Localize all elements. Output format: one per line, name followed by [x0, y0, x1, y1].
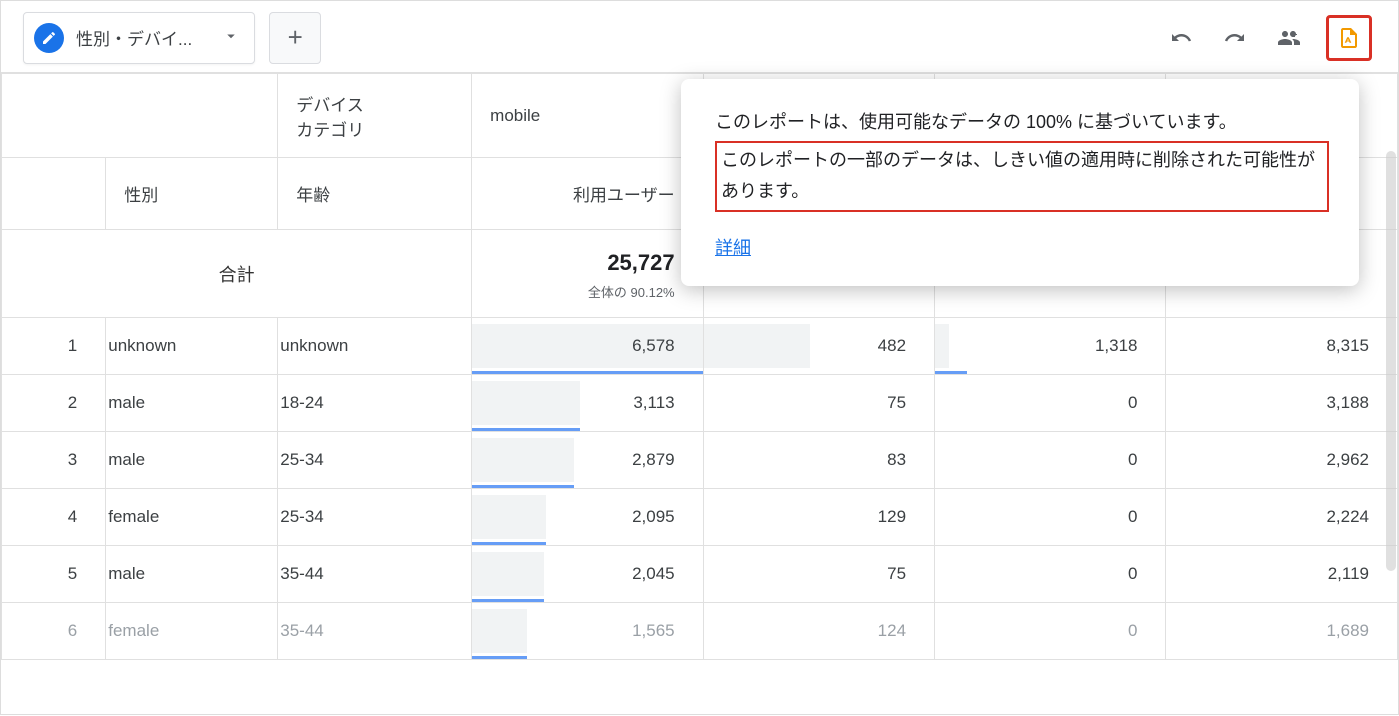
table-row[interactable]: 5male35-442,0457502,119: [2, 546, 1398, 603]
pencil-icon: [34, 23, 64, 53]
table-row[interactable]: 4female25-342,09512902,224: [2, 489, 1398, 546]
table-row[interactable]: 2male18-243,1137503,188: [2, 375, 1398, 432]
row-mobile-users: 3,113: [472, 375, 703, 432]
row-gender: male: [106, 432, 278, 489]
row-gender: male: [106, 546, 278, 603]
redo-button[interactable]: [1218, 21, 1252, 55]
row-age: 25-34: [278, 432, 472, 489]
exploration-tab[interactable]: 性別・デバイ...: [23, 12, 255, 64]
add-tab-button[interactable]: +: [269, 12, 321, 64]
row-metric-3: 0: [935, 489, 1166, 546]
table-row[interactable]: 6female35-441,56512401,689: [2, 603, 1398, 660]
row-mobile-users: 2,879: [472, 432, 703, 489]
row-index: 5: [2, 546, 106, 603]
row-gender: female: [106, 603, 278, 660]
data-quality-button[interactable]: [1332, 21, 1366, 55]
data-quality-highlight: [1326, 15, 1372, 61]
scrollbar[interactable]: [1386, 151, 1396, 571]
device-category-header[interactable]: デバイス カテゴリ: [278, 74, 472, 158]
row-metric-2: 75: [703, 375, 934, 432]
row-mobile-users: 2,095: [472, 489, 703, 546]
users-header[interactable]: 利用ユーザー: [472, 158, 703, 230]
row-metric-3: 0: [935, 375, 1166, 432]
table-row[interactable]: 3male25-342,8798302,962: [2, 432, 1398, 489]
total-label: 合計: [2, 230, 472, 318]
row-index: 3: [2, 432, 106, 489]
row-index: 1: [2, 318, 106, 375]
row-index: 4: [2, 489, 106, 546]
row-total: 8,315: [1166, 318, 1398, 375]
row-age: 35-44: [278, 546, 472, 603]
row-total: 2,962: [1166, 432, 1398, 489]
row-total: 3,188: [1166, 375, 1398, 432]
data-quality-popover: このレポートは、使用可能なデータの 100% に基づいています。 このレポートの…: [681, 79, 1359, 286]
row-gender: unknown: [106, 318, 278, 375]
popover-details-link[interactable]: 詳細: [715, 234, 751, 260]
row-metric-3: 1,318: [935, 318, 1166, 375]
row-mobile-users: 2,045: [472, 546, 703, 603]
share-users-button[interactable]: [1272, 21, 1306, 55]
row-metric-3: 0: [935, 546, 1166, 603]
row-mobile-users: 6,578: [472, 318, 703, 375]
toolbar-actions: [1164, 15, 1386, 61]
row-metric-2: 75: [703, 546, 934, 603]
popover-threshold-warning: このレポートの一部のデータは、しきい値の適用時に削除された可能性があります。: [715, 141, 1329, 212]
row-metric-3: 0: [935, 603, 1166, 660]
row-gender: male: [106, 375, 278, 432]
chevron-down-icon[interactable]: [222, 27, 240, 48]
row-age: unknown: [278, 318, 472, 375]
row-metric-2: 482: [703, 318, 934, 375]
row-total: 1,689: [1166, 603, 1398, 660]
row-metric-2: 129: [703, 489, 934, 546]
undo-button[interactable]: [1164, 21, 1198, 55]
mobile-column-header[interactable]: mobile: [472, 74, 703, 158]
row-total: 2,119: [1166, 546, 1398, 603]
total-mobile-users: 25,727 全体の 90.12%: [472, 230, 703, 318]
row-metric-3: 0: [935, 432, 1166, 489]
toolbar: 性別・デバイ... +: [1, 1, 1398, 73]
row-metric-2: 124: [703, 603, 934, 660]
row-gender: female: [106, 489, 278, 546]
row-age: 35-44: [278, 603, 472, 660]
row-index: 2: [2, 375, 106, 432]
row-total: 2,224: [1166, 489, 1398, 546]
row-mobile-users: 1,565: [472, 603, 703, 660]
tab-title: 性別・デバイ...: [76, 25, 192, 50]
row-index: 6: [2, 603, 106, 660]
row-age: 18-24: [278, 375, 472, 432]
plus-icon: +: [288, 22, 303, 53]
row-metric-2: 83: [703, 432, 934, 489]
popover-line-1: このレポートは、使用可能なデータの 100% に基づいています。: [715, 107, 1329, 139]
table-row[interactable]: 1unknownunknown6,5784821,3188,315: [2, 318, 1398, 375]
row-age: 25-34: [278, 489, 472, 546]
gender-header[interactable]: 性別: [106, 158, 278, 230]
age-header[interactable]: 年齢: [278, 158, 472, 230]
